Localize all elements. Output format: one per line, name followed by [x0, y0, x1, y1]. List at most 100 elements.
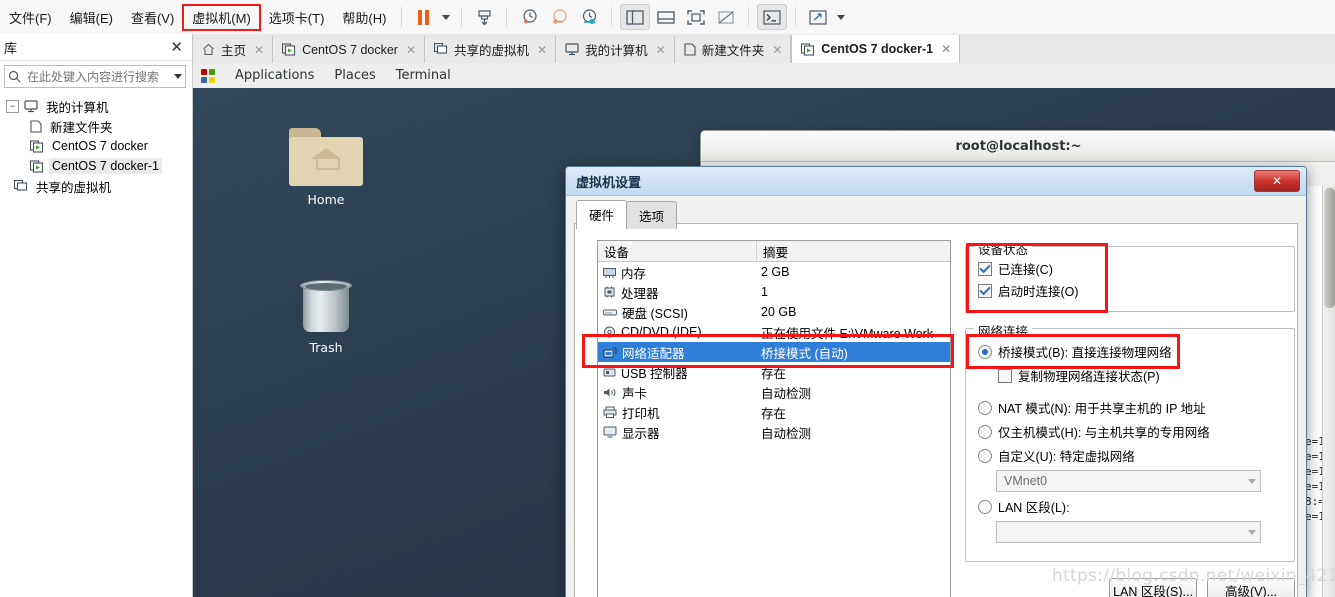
show-thumbnails-icon[interactable]	[652, 5, 680, 29]
custom-vmnet-select[interactable]: VMnet0	[996, 470, 1261, 492]
checkbox-label: 启动时连接(O)	[998, 285, 1079, 299]
harddisk-icon	[603, 309, 617, 316]
library-panel: 库 ✕ − 我的计算机	[0, 34, 193, 597]
pause-icon[interactable]	[409, 5, 437, 29]
device-name: CD/DVD (IDE)	[621, 325, 702, 339]
table-row[interactable]: 硬盘 (SCSI) 20 GB	[598, 302, 950, 322]
gnome-menu-applications[interactable]: Applications	[235, 68, 314, 83]
radio-icon[interactable]	[978, 499, 992, 514]
radio-host-only[interactable]: 仅主机模式(H): 与主机共享的专用网络	[978, 422, 1294, 441]
radio-label: LAN 区段(L):	[998, 501, 1070, 515]
gnome-menu-places[interactable]: Places	[334, 68, 375, 83]
tab-centos7-docker-1[interactable]: CentOS 7 docker-1 ✕	[791, 35, 961, 63]
table-row[interactable]: CD/DVD (IDE) 正在使用文件 E:\VMware Work	[598, 322, 950, 342]
checkbox-icon[interactable]	[978, 283, 992, 298]
tree-item-my-computer[interactable]: − 我的计算机	[0, 96, 192, 116]
menu-file[interactable]: 文件(F)	[0, 5, 61, 30]
chevron-down-icon[interactable]	[1248, 478, 1256, 484]
full-screen-icon[interactable]	[682, 5, 710, 29]
device-list-table[interactable]: 设备 摘要 内存 2 GB 处理器 1 硬盘 (SCSI) 20 GB CD/D…	[597, 240, 951, 597]
table-row[interactable]: 内存 2 GB	[598, 262, 950, 282]
radio-icon[interactable]	[978, 400, 992, 415]
cddvd-icon	[604, 326, 615, 338]
tab-home[interactable]: 主页 ✕	[193, 36, 274, 63]
connect-at-power-on-checkbox[interactable]: 启动时连接(O)	[978, 281, 1294, 300]
tree-item-label: CentOS 7 docker-1	[49, 158, 162, 174]
radio-bridged[interactable]: 桥接模式(B): 直接连接物理网络	[978, 342, 1294, 361]
console-icon[interactable]	[757, 4, 788, 30]
tree-item-label: 我的计算机	[46, 100, 109, 115]
tree-item-new-folder[interactable]: 新建文件夹	[0, 116, 192, 136]
revert-snapshot-icon[interactable]	[545, 5, 573, 29]
network-adapter-icon	[603, 347, 617, 358]
toolbar-separator	[506, 7, 508, 27]
radio-custom[interactable]: 自定义(U): 特定虚拟网络	[978, 446, 1294, 465]
tree-item-shared-vms[interactable]: 共享的虚拟机	[0, 176, 192, 196]
chevron-down-icon[interactable]	[174, 74, 182, 79]
applications-menu-icon[interactable]	[201, 68, 215, 83]
table-row[interactable]: 打印机 存在	[598, 402, 950, 422]
lan-segment-select[interactable]	[996, 521, 1261, 543]
dialog-title-bar: 虚拟机设置 ✕	[566, 167, 1306, 196]
tab-centos7-docker[interactable]: CentOS 7 docker ✕	[273, 36, 426, 63]
take-snapshot-icon[interactable]	[515, 5, 543, 29]
tree-item-centos7-docker[interactable]: CentOS 7 docker	[0, 136, 192, 156]
table-row[interactable]: USB 控制器 存在	[598, 362, 950, 382]
expander-icon[interactable]: −	[6, 99, 19, 113]
table-row[interactable]: 网络适配器 桥接模式 (自动)	[598, 342, 950, 362]
connected-checkbox[interactable]: 已连接(C)	[978, 259, 1294, 278]
radio-icon[interactable]	[978, 344, 992, 359]
menu-vm[interactable]: 虚拟机(M)	[182, 3, 261, 31]
close-icon[interactable]: ✕	[772, 43, 782, 57]
stretch-caret-icon[interactable]	[833, 6, 849, 28]
close-icon[interactable]: ✕	[656, 43, 666, 57]
radio-icon[interactable]	[978, 448, 992, 463]
table-row[interactable]: 处理器 1	[598, 282, 950, 302]
snapshot-manager-icon[interactable]	[575, 5, 603, 29]
send-key-icon[interactable]	[470, 5, 498, 29]
stretch-icon[interactable]	[804, 5, 832, 29]
vm-icon	[30, 139, 44, 153]
device-summary: 自动检测	[761, 386, 812, 401]
scrollbar-thumb[interactable]	[1324, 188, 1335, 308]
desktop-icon-home[interactable]: Home	[278, 128, 374, 207]
tab-shared-vms[interactable]: 共享的虚拟机 ✕	[425, 36, 557, 63]
tab-my-computer[interactable]: 我的计算机 ✕	[556, 36, 675, 63]
toolbar-separator	[795, 7, 797, 27]
table-row[interactable]: 显示器 自动检测	[598, 422, 950, 442]
power-dropdown-caret-icon[interactable]	[438, 6, 454, 28]
menu-tabs[interactable]: 选项卡(T)	[260, 5, 334, 30]
close-icon[interactable]: ✕	[254, 43, 264, 57]
chevron-down-icon[interactable]	[1248, 529, 1256, 535]
table-row[interactable]: 声卡 自动检测	[598, 382, 950, 402]
tab-label: 我的计算机	[585, 44, 648, 58]
tab-new-folder[interactable]: 新建文件夹 ✕	[674, 36, 792, 63]
terminal-scrollbar[interactable]	[1322, 186, 1335, 597]
tree-item-label: 新建文件夹	[50, 120, 113, 135]
show-library-icon[interactable]	[620, 4, 651, 30]
shared-vm-icon	[14, 179, 28, 191]
menu-view[interactable]: 查看(V)	[122, 5, 183, 30]
radio-nat[interactable]: NAT 模式(N): 用于共享主机的 IP 地址	[978, 398, 1294, 417]
tab-hardware[interactable]: 硬件	[576, 200, 628, 229]
search-input[interactable]	[25, 68, 170, 85]
close-icon[interactable]: ✕	[167, 40, 186, 55]
checkbox-icon[interactable]	[998, 368, 1012, 383]
device-name: 声卡	[622, 386, 648, 401]
checkbox-icon[interactable]	[978, 261, 992, 276]
close-icon[interactable]: ✕	[537, 43, 547, 57]
close-icon[interactable]: ✕	[941, 42, 951, 56]
close-icon[interactable]: ✕	[406, 43, 416, 57]
desktop-icon-trash[interactable]: Trash	[278, 278, 374, 355]
close-icon[interactable]: ✕	[1254, 170, 1300, 192]
menu-help[interactable]: 帮助(H)	[333, 5, 395, 30]
library-search-box[interactable]	[4, 65, 186, 88]
tab-options[interactable]: 选项	[626, 201, 678, 229]
radio-icon[interactable]	[978, 424, 992, 439]
radio-lan-segment[interactable]: LAN 区段(L):	[978, 497, 1294, 516]
gnome-menu-terminal[interactable]: Terminal	[396, 68, 451, 83]
tree-item-centos7-docker-1[interactable]: CentOS 7 docker-1	[0, 156, 192, 176]
menu-edit[interactable]: 编辑(E)	[61, 5, 122, 30]
replicate-physical-state-checkbox[interactable]: 复制物理网络连接状态(P)	[998, 366, 1294, 385]
unity-mode-icon[interactable]	[712, 5, 740, 29]
